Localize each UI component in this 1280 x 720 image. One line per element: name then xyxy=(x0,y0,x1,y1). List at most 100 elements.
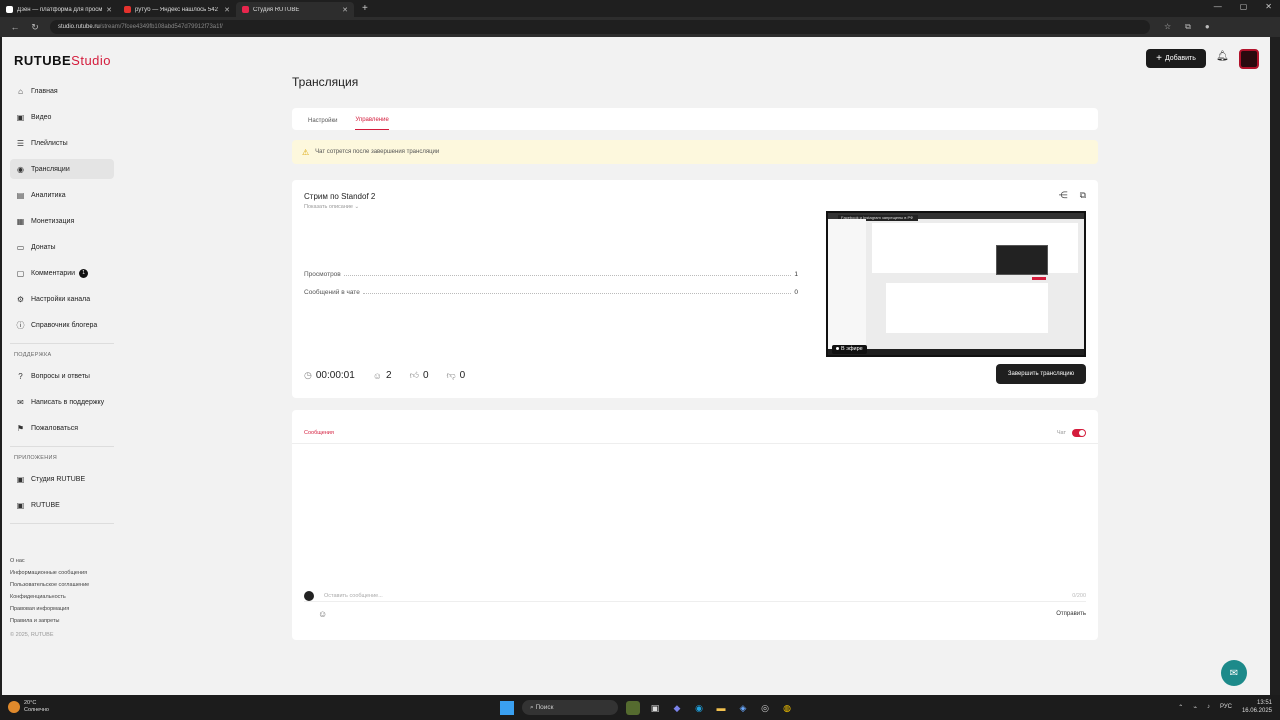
sidebar-item[interactable]: ▣ RUTUBE xyxy=(10,495,114,515)
favicon xyxy=(124,6,131,13)
weather-widget[interactable]: 20°C Солнечно xyxy=(8,700,49,714)
chat-heading[interactable]: Сообщения xyxy=(304,430,334,436)
sidebar-item-label: Трансляции xyxy=(31,165,70,173)
tab-close-icon[interactable]: ✕ xyxy=(224,6,230,14)
bell-icon[interactable]: 🔔︎ xyxy=(1216,51,1229,62)
tab-close-icon[interactable]: ✕ xyxy=(342,6,348,14)
footer-link[interactable]: Правила и запреты xyxy=(10,615,89,627)
sidebar-item[interactable]: ⓘ Справочник блогера xyxy=(10,315,114,335)
teams-icon[interactable]: ◆ xyxy=(670,701,684,715)
emoji-icon[interactable]: ☺ xyxy=(318,609,327,619)
stream-counters: ◷ 00:00:01 ☺ 2 👍︎ 0 👎︎ 0 xyxy=(304,370,483,381)
open-external-icon[interactable]: ⧉ xyxy=(1080,190,1086,201)
send-button[interactable]: Отправить xyxy=(1056,611,1086,617)
favicon xyxy=(242,6,249,13)
share-icon[interactable]: ⋲ xyxy=(1059,190,1068,201)
sidebar-item[interactable]: ▣ Видео xyxy=(10,107,114,127)
profile-icon[interactable]: ● xyxy=(1205,22,1210,32)
file-explorer-icon[interactable]: ▬ xyxy=(714,701,728,715)
minimize-icon[interactable]: — xyxy=(1214,2,1222,11)
sidebar-item[interactable]: ⚙ Настройки канала xyxy=(10,289,114,309)
browser-tab[interactable]: Дзен — платформа для просм... ✕ xyxy=(0,2,118,17)
browser-tab[interactable]: Студия RUTUBE ✕ xyxy=(236,2,354,17)
widget-image-icon[interactable] xyxy=(626,700,640,715)
playlist-icon: ☰ xyxy=(16,138,25,148)
tab-title: Дзен — платформа для просм... xyxy=(17,6,103,13)
maximize-icon[interactable]: ▢ xyxy=(1240,2,1248,11)
add-button[interactable]: + Добавить xyxy=(1146,49,1206,68)
language-indicator[interactable]: РУС xyxy=(1220,704,1232,710)
volume-icon[interactable]: ♪ xyxy=(1207,704,1210,710)
chat-toggle-label: Чат xyxy=(1056,430,1066,436)
sidebar-item[interactable]: ◉ Трансляции xyxy=(10,159,114,179)
sidebar-item[interactable]: ⚑ Пожаловаться xyxy=(10,418,114,438)
warning-icon: ⚠ xyxy=(302,147,310,157)
tab-settings[interactable]: Настройки xyxy=(308,118,337,130)
sidebar-item[interactable]: ▣ Студия RUTUBE xyxy=(10,469,114,489)
rutube-studio-logo[interactable]: RUTUBEStudio xyxy=(14,53,111,68)
sidebar-item[interactable]: ▢ Комментарии 1 xyxy=(10,263,114,283)
sidebar-item[interactable]: ▦ Монетизация xyxy=(10,211,114,231)
sidebar-item-label: Студия RUTUBE xyxy=(31,475,86,483)
task-view-icon[interactable]: ▣ xyxy=(648,701,662,715)
tray-chevron-icon[interactable]: ⌃ xyxy=(1178,704,1183,711)
stream-preview[interactable]: Facebook и Instagram запрещены в РФ В эф… xyxy=(826,211,1086,357)
sidebar-item-label: Справочник блогера xyxy=(31,321,98,329)
url-field[interactable]: studio.rutube.ru/stream/7fcee4349fb108ab… xyxy=(50,20,1150,34)
edge-icon[interactable]: ◉ xyxy=(692,701,706,715)
sidebar-item[interactable]: ☰ Плейлисты xyxy=(10,133,114,153)
logo-studio: Studio xyxy=(71,53,112,68)
window-controls: — ▢ ✕ xyxy=(1214,2,1272,11)
extensions-icon[interactable]: ⧉ xyxy=(1185,22,1191,32)
clock[interactable]: 13:51 16.06.2025 xyxy=(1242,699,1272,715)
add-button-label: Добавить xyxy=(1164,55,1196,62)
bookmark-star-icon[interactable]: ☆ xyxy=(1164,22,1171,32)
avatar[interactable] xyxy=(1239,49,1259,69)
stream-card: Стрим по Standof 2 Показать описание ⌄ П… xyxy=(292,180,1098,398)
back-icon[interactable]: ← xyxy=(10,22,20,32)
network-icon[interactable]: ⌁ xyxy=(1193,704,1197,711)
stream-card-actions: ⋲ ⧉ xyxy=(1059,190,1086,201)
footer-link[interactable]: Пользовательское соглашение xyxy=(10,579,89,591)
footer-link[interactable]: Правовая информация xyxy=(10,603,89,615)
sidebar-item[interactable]: ? Вопросы и ответы xyxy=(10,366,114,386)
stat-messages: Сообщений в чате 0 xyxy=(304,289,798,296)
sidebar-item-label: Главная xyxy=(31,87,58,95)
sidebar-item-label: Комментарии xyxy=(31,269,76,277)
comments-badge: 1 xyxy=(79,268,89,278)
chat-input-row[interactable]: Оставить сообщение... 0/200 xyxy=(304,590,1086,602)
taskbar-apps: ⌕ Поиск ▣ ◆ ◉ ▬ ◈ ◎ ◍ xyxy=(500,700,794,715)
chat-input[interactable]: Оставить сообщение... xyxy=(324,593,1072,599)
close-icon[interactable]: ✕ xyxy=(1265,2,1272,11)
footer-link[interactable]: О нас xyxy=(10,555,89,567)
chat-bubble-icon: ✉ xyxy=(1229,667,1239,679)
windows-start-icon[interactable] xyxy=(500,700,514,715)
live-label: В эфире xyxy=(841,346,863,352)
sidebar-item-label: Настройки канала xyxy=(31,295,91,303)
footer-link[interactable]: Конфиденциальность xyxy=(10,591,89,603)
yandex-browser-icon[interactable]: ◍ xyxy=(780,701,794,715)
reload-icon[interactable]: ↻ xyxy=(30,22,40,33)
sidebar-item[interactable]: ▤ Аналитика xyxy=(10,185,114,205)
tab-close-icon[interactable]: ✕ xyxy=(106,6,112,14)
chat-toggle[interactable] xyxy=(1072,429,1086,437)
footer-link[interactable]: Информационные сообщения xyxy=(10,567,89,579)
support-section-title: ПОДДЕРЖКА xyxy=(14,352,52,358)
sidebar-item[interactable]: ✉ Написать в поддержку xyxy=(10,392,114,412)
browser-tab[interactable]: рутуб — Яндекс нашлось 542 р... ✕ xyxy=(118,2,236,17)
preview-sidebar xyxy=(828,219,866,351)
show-description-link[interactable]: Показать описание ⌄ xyxy=(304,204,359,210)
obs-icon[interactable]: ◎ xyxy=(758,701,772,715)
url-host: studio.rutube.ru xyxy=(58,24,100,30)
tab-management[interactable]: Управление xyxy=(355,117,389,130)
sidebar-item[interactable]: ⌂ Главная xyxy=(10,81,114,101)
likes: 👍︎ 0 xyxy=(410,370,429,381)
support-chat-button[interactable]: ✉ xyxy=(1221,660,1247,686)
end-stream-button[interactable]: Завершить трансляцию xyxy=(996,364,1086,384)
sidebar-item[interactable]: ▭ Донаты xyxy=(10,237,114,257)
footer-list: О нас Информационные сообщения Пользовател… xyxy=(10,555,89,627)
taskbar-search[interactable]: ⌕ Поиск xyxy=(522,700,618,715)
new-tab-button[interactable]: + xyxy=(362,3,368,14)
question-icon: ? xyxy=(18,371,23,381)
steam-icon[interactable]: ◈ xyxy=(736,701,750,715)
